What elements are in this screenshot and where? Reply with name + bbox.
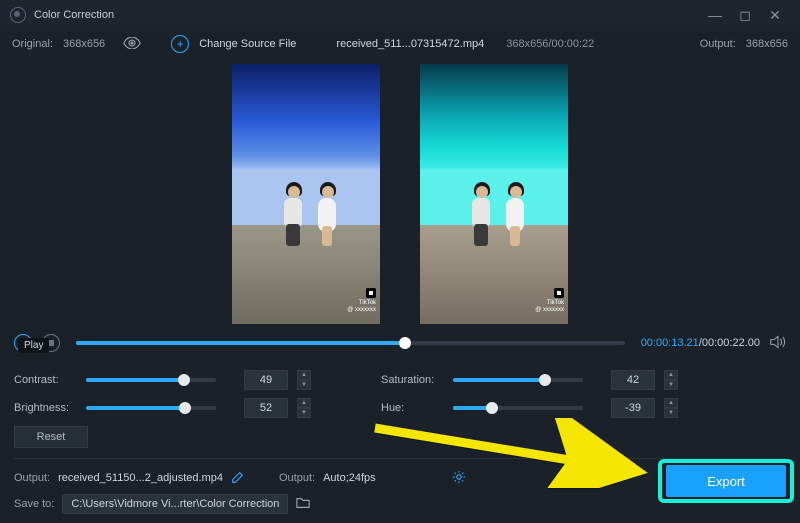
saturation-slider[interactable]: [453, 378, 583, 382]
play-tooltip: Play: [18, 338, 49, 353]
brightness-label: Brightness:: [14, 402, 76, 414]
preview-original: TikTok@ xxxxxxx: [232, 64, 380, 324]
volume-icon[interactable]: [770, 335, 786, 352]
toolbar: Original: 368x656 + Change Source File r…: [0, 30, 800, 58]
edit-output-name-icon[interactable]: [231, 470, 245, 487]
window-title: Color Correction: [34, 9, 114, 21]
export-button[interactable]: Export: [666, 465, 786, 497]
output-file-label: Output:: [14, 472, 50, 484]
minimize-button[interactable]: —: [700, 7, 730, 23]
watermark: TikTok@ xxxxxxx: [347, 288, 376, 314]
brightness-value[interactable]: 52: [244, 398, 288, 418]
seek-slider[interactable]: [76, 341, 625, 345]
hue-label: Hue:: [381, 402, 443, 414]
hue-down[interactable]: ▼: [664, 408, 678, 418]
output-settings-value: Auto;24fps: [323, 472, 376, 484]
preview-adjusted: TikTok@ xxxxxxx: [420, 64, 568, 324]
brightness-down[interactable]: ▼: [297, 408, 311, 418]
hue-value[interactable]: -39: [611, 398, 655, 418]
reset-button[interactable]: Reset: [14, 426, 88, 448]
output-settings-label: Output:: [279, 472, 315, 484]
save-path-input[interactable]: C:\Users\Vidmore Vi...rter\Color Correct…: [62, 494, 288, 514]
seek-fill: [76, 341, 405, 345]
preview-area: TikTok@ xxxxxxx TikTok@ xxxxxxx: [0, 64, 800, 324]
hue-slider[interactable]: [453, 406, 583, 410]
saturation-down[interactable]: ▼: [664, 380, 678, 390]
source-dimensions-time: 368x656/00:00:22: [506, 38, 594, 50]
contrast-slider[interactable]: [86, 378, 216, 382]
contrast-value[interactable]: 49: [244, 370, 288, 390]
save-to-label: Save to:: [14, 498, 54, 510]
original-dimensions: 368x656: [63, 38, 105, 50]
add-source-button[interactable]: +: [171, 35, 189, 53]
output-file-value: received_51150...2_adjusted.mp4: [58, 472, 223, 484]
saturation-value[interactable]: 42: [611, 370, 655, 390]
brightness-up[interactable]: ▲: [297, 398, 311, 408]
saturation-up[interactable]: ▲: [664, 370, 678, 380]
settings-icon[interactable]: [452, 470, 466, 487]
original-label: Original:: [12, 38, 53, 50]
output-dimensions: 368x656: [746, 38, 788, 50]
contrast-up[interactable]: ▲: [297, 370, 311, 380]
source-filename: received_511...07315472.mp4: [336, 38, 484, 50]
preview-toggle-icon[interactable]: [123, 37, 141, 52]
change-source-button[interactable]: Change Source File: [199, 38, 296, 50]
close-button[interactable]: ✕: [760, 7, 790, 24]
seek-thumb[interactable]: [399, 337, 411, 349]
timeline: 00:00:13.21/00:00:22.00: [0, 324, 800, 362]
saturation-label: Saturation:: [381, 374, 443, 386]
time-display: 00:00:13.21/00:00:22.00: [641, 337, 760, 349]
browse-folder-icon[interactable]: [296, 496, 310, 513]
color-controls: Contrast: 49 ▲▼ Saturation: 42 ▲▼ Bright…: [0, 362, 800, 459]
output-label: Output:: [700, 38, 736, 50]
contrast-down[interactable]: ▼: [297, 380, 311, 390]
export-area: Export: [666, 465, 786, 497]
watermark: TikTok@ xxxxxxx: [535, 288, 564, 314]
hue-up[interactable]: ▲: [664, 398, 678, 408]
titlebar: Color Correction — ◻ ✕: [0, 0, 800, 30]
maximize-button[interactable]: ◻: [730, 7, 760, 24]
app-logo-icon: [10, 7, 26, 23]
brightness-slider[interactable]: [86, 406, 216, 410]
contrast-label: Contrast:: [14, 374, 76, 386]
